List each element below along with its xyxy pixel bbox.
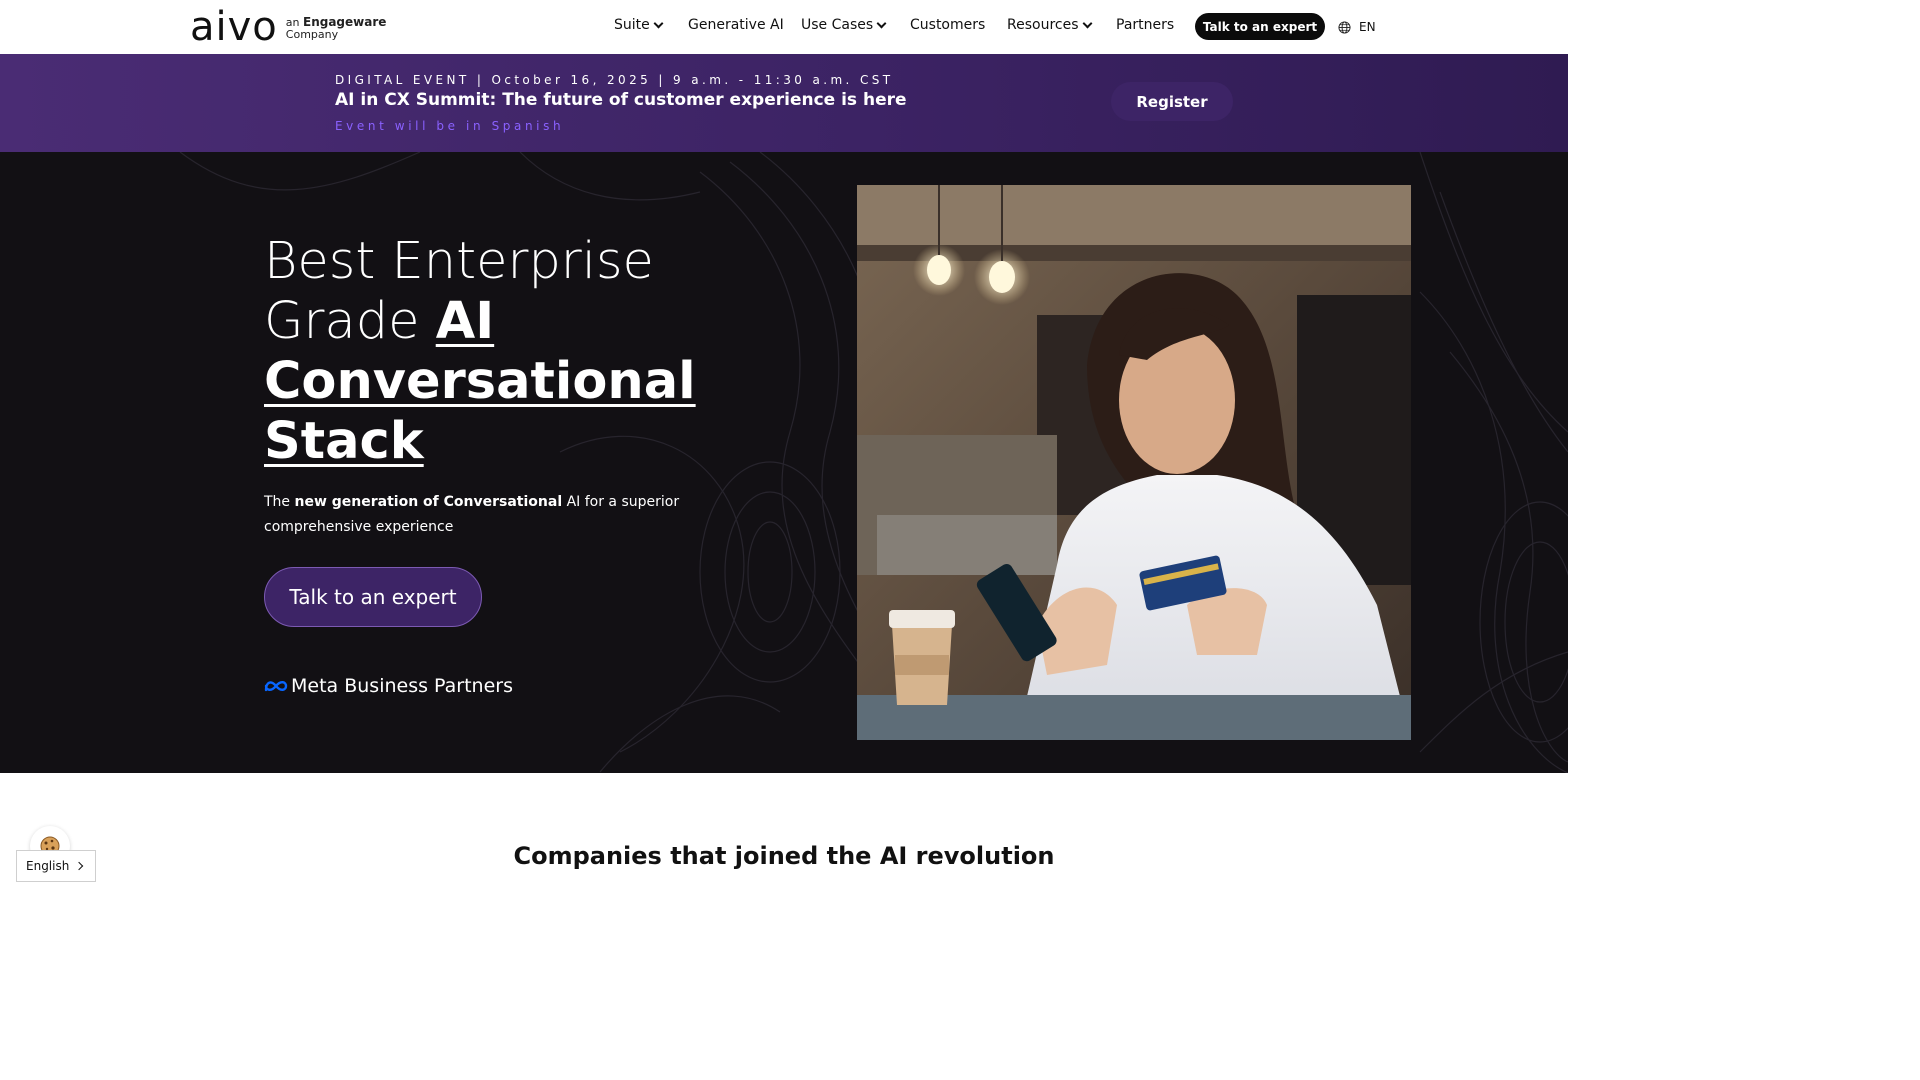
language-switcher-label: English (26, 859, 70, 873)
nav-suite[interactable]: Suite (614, 17, 664, 33)
site-header: aivo an Engageware Company Suite Generat… (0, 0, 1568, 54)
companies-heading: Companies that joined the AI revolution (513, 842, 1055, 870)
hero-photo (857, 185, 1411, 740)
hero-title-line-2-light: Grade (264, 292, 420, 351)
language-code: EN (1359, 20, 1376, 34)
event-title: AI in CX Summit: The future of customer … (335, 90, 907, 110)
logo-sub-suffix: Company (285, 27, 339, 41)
nav-partners-label: Partners (1116, 17, 1175, 33)
chevron-down-icon (876, 18, 887, 29)
hero-title: Best Enterprise Grade AI Conversational … (264, 232, 824, 472)
nav-partners[interactable]: Partners (1116, 17, 1174, 33)
hero-title-line-2-bold: AI (435, 292, 495, 351)
register-button[interactable]: Register (1111, 82, 1233, 121)
chevron-down-icon (1082, 18, 1092, 29)
event-language-note: Event will be in Spanish (335, 119, 565, 133)
nav-customers-label: Customers (910, 17, 986, 33)
language-switcher[interactable]: English (16, 850, 96, 882)
nav-generative-ai[interactable]: Generative AI (688, 17, 784, 33)
nav-customers[interactable]: Customers (910, 17, 985, 33)
hero-description: The new generation of Conversational AI … (264, 490, 784, 540)
nav-use-cases[interactable]: Use Cases (801, 17, 887, 33)
chevron-right-icon (74, 861, 84, 871)
event-meta: DIGITAL EVENT | October 16, 2025 | 9 a.m… (335, 73, 894, 87)
meta-partners-label: Meta Business Partners (291, 675, 513, 697)
logo-sub-prefix: an (285, 15, 300, 29)
nav-generative-ai-label: Generative AI (688, 17, 784, 33)
nav-resources[interactable]: Resources (1007, 17, 1092, 33)
hero-title-line-1: Best Enterprise (264, 232, 654, 291)
chevron-down-icon (653, 18, 664, 29)
nav-suite-label: Suite (614, 17, 650, 33)
meta-business-partners-badge: Meta Business Partners (264, 675, 513, 697)
nav-resources-label: Resources (1007, 17, 1079, 33)
aivo-logo[interactable]: aivo an Engageware Company (190, 4, 387, 50)
logo-tagline: an Engageware Company (286, 14, 387, 40)
hero-title-line-3: Conversational (264, 352, 696, 411)
hero-desc-bold: new generation of Conversational (294, 494, 563, 510)
meta-infinity-icon (264, 681, 288, 692)
language-selector[interactable]: EN (1338, 20, 1376, 34)
hero-talk-to-expert-button[interactable]: Talk to an expert (264, 567, 482, 627)
globe-icon (1338, 20, 1351, 34)
hero-desc-part1: The (264, 494, 295, 510)
hero-title-line-4: Stack (264, 412, 424, 471)
logo-wordmark: aivo (190, 4, 278, 50)
header-talk-to-expert-button[interactable]: Talk to an expert (1195, 13, 1325, 40)
nav-use-cases-label: Use Cases (801, 17, 874, 33)
logo-sub-brand: Engageware (303, 14, 387, 29)
